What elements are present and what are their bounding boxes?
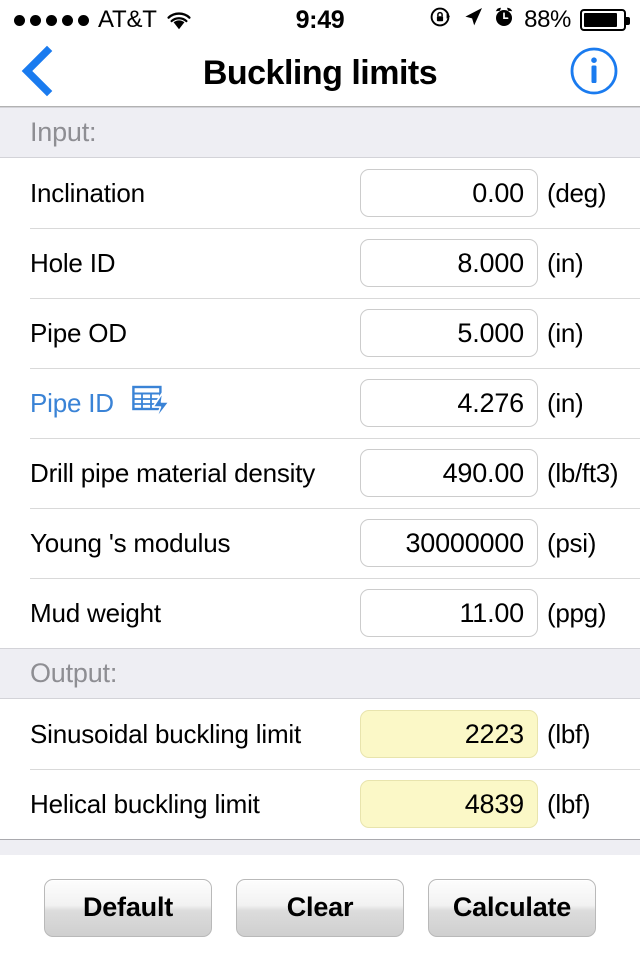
table-row: Pipe ID 4.276 (in): [0, 368, 640, 438]
clear-button[interactable]: Clear: [236, 878, 404, 937]
table-row: Helical buckling limit 4839 (lbf): [0, 769, 640, 839]
input-value-field[interactable]: 5.000: [360, 309, 538, 357]
app-root: AT&T 9:49 88% Buckling limits Input: Inc…: [0, 0, 640, 960]
bottom-toolbar: Default Clear Calculate: [0, 855, 640, 960]
table-row: Drill pipe material density 490.00 (lb/ft3…: [0, 438, 640, 508]
status-bar: AT&T 9:49 88%: [0, 0, 640, 40]
table-row: Young 's modulus 30000000 (psi): [0, 508, 640, 578]
signal-strength-icon: [14, 14, 89, 26]
unit-label: (lbf): [547, 788, 591, 819]
input-value-field[interactable]: 0.00: [360, 169, 538, 217]
unit-label: (in): [547, 247, 584, 278]
input-value-field[interactable]: 30000000: [360, 519, 538, 567]
rotation-lock-icon: [429, 5, 453, 36]
location-arrow-icon: [462, 6, 484, 35]
input-rows: Inclination 0.00 (deg) Hole ID 8.000 (in) Pipe…: [0, 158, 640, 648]
section-footer-strip: [0, 839, 640, 855]
table-row: Pipe OD 5.000 (in): [0, 298, 640, 368]
input-row-label: Inclination: [30, 177, 145, 208]
unit-label: (in): [547, 387, 584, 418]
output-rows: Sinusoidal buckling limit 2223 (lbf) Helica…: [0, 699, 640, 839]
input-row-label[interactable]: Pipe ID: [30, 388, 114, 419]
table-row: Sinusoidal buckling limit 2223 (lbf): [0, 699, 640, 769]
output-row-label: Sinusoidal buckling limit: [30, 718, 302, 749]
chevron-left-icon: [20, 45, 54, 102]
input-row-label: Drill pipe material density: [30, 457, 316, 488]
unit-label: (deg): [547, 177, 607, 208]
input-row-label: Young 's modulus: [30, 527, 231, 558]
table-lightning-icon[interactable]: [114, 385, 174, 421]
output-row-label: Helical buckling limit: [30, 788, 260, 819]
unit-label: (lbf): [547, 718, 591, 749]
input-row-label: Hole ID: [30, 247, 116, 278]
battery-icon: [580, 9, 630, 31]
output-value-field: 2223: [360, 710, 538, 758]
wifi-icon: [166, 10, 192, 30]
output-value-field: 4839: [360, 780, 538, 828]
input-value-field[interactable]: 490.00: [360, 449, 538, 497]
output-section-header: Output:: [0, 648, 640, 699]
page-title: Buckling limits: [202, 53, 438, 92]
form-content: Input: Inclination 0.00 (deg) Hole ID 8.000 (…: [0, 107, 640, 855]
unit-label: (lb/ft3): [547, 457, 619, 488]
input-section-header: Input:: [0, 107, 640, 158]
input-value-field[interactable]: 8.000: [360, 239, 538, 287]
back-button[interactable]: [20, 45, 74, 102]
input-row-label: Pipe OD: [30, 317, 127, 348]
unit-label: (psi): [547, 527, 597, 558]
navigation-bar: Buckling limits: [0, 40, 640, 107]
input-row-label: Mud weight: [30, 597, 161, 628]
calculate-button[interactable]: Calculate: [428, 878, 596, 937]
table-row: Hole ID 8.000 (in): [0, 228, 640, 298]
status-bar-left: AT&T: [14, 6, 192, 34]
table-row: Inclination 0.00 (deg): [0, 158, 640, 228]
input-value-field[interactable]: 4.276: [360, 379, 538, 427]
default-button[interactable]: Default: [44, 878, 212, 937]
carrier-label: AT&T: [98, 6, 157, 33]
unit-label: (ppg): [547, 597, 607, 628]
unit-label: (in): [547, 317, 584, 348]
status-bar-right: 88%: [429, 5, 630, 36]
battery-percent-label: 88%: [524, 6, 571, 33]
input-value-field[interactable]: 11.00: [360, 589, 538, 637]
alarm-clock-icon: [493, 6, 515, 35]
info-button[interactable]: [568, 47, 620, 99]
info-circle-icon: [569, 46, 619, 101]
table-row: Mud weight 11.00 (ppg): [0, 578, 640, 648]
